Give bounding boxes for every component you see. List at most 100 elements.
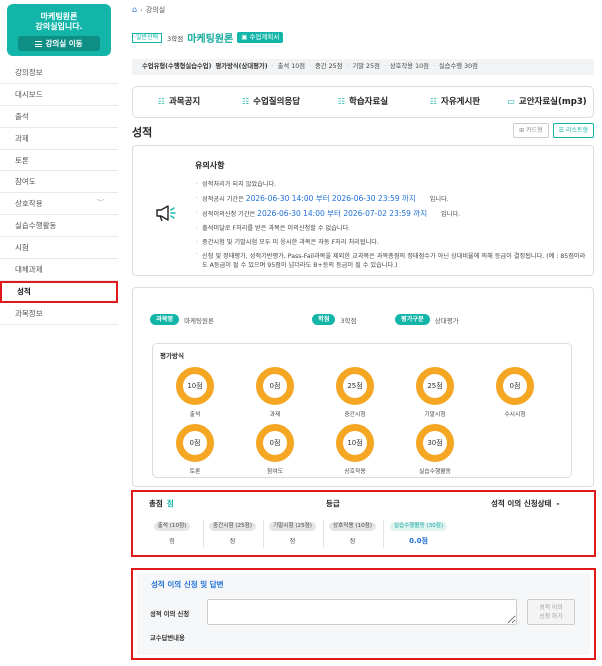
sidebar-item-participation[interactable]: 참여도 <box>0 171 118 194</box>
sidebar-item-label: 대체과제 <box>15 265 43 275</box>
grade-appeal-submit-button[interactable]: 성적 이의 신청 하기 <box>527 599 575 625</box>
home-icon[interactable]: ⌂ <box>132 5 137 14</box>
sidebar-item-attendance[interactable]: 출석 <box>0 106 118 128</box>
info-item: 중간 25점 <box>315 63 343 70</box>
donut-label: 출석 <box>189 412 201 418</box>
card-view-button[interactable]: ⊞ 카드형 <box>513 123 549 138</box>
notice-text: 중간시험 및 기말시험 모두 미 응시한 과목은 자동 F처리 처리됩니다. <box>202 238 379 246</box>
info-item: 상호작용 10점 <box>389 63 429 70</box>
notice-text: 성적이의신청 기간은 <box>202 210 256 218</box>
chevron-down-icon: ﹀ <box>97 199 104 208</box>
tab-label: 교안자료실(mp3) <box>518 97 587 107</box>
notice-date: 2026-06-30 14:00 부터 2026-06-30 23:59 까지 <box>245 193 416 203</box>
tab-lecture-mp3[interactable]: ▭ 교안자료실(mp3) <box>501 87 593 117</box>
tab-label: 수업질의응답 <box>253 97 301 107</box>
donut-score: 0점 <box>496 367 534 405</box>
grade-appeal-input[interactable] <box>207 599 517 625</box>
sidebar-item-subject-info[interactable]: 과목정보 <box>0 303 118 325</box>
grade-appeal-button-line1: 성적 이의 <box>539 605 563 611</box>
board-tabs: ☷ 과목공지 ☷ 수업질의응답 ☷ 학습자료실 ☷ 자유게시판 ▭ 교안자료실(mp3) <box>132 86 594 118</box>
evaluation-summary: 과목명 마케팅원론 학점 3학점 평가구분 상대평가 <box>150 314 459 325</box>
sidebar-item-label: 참여도 <box>15 177 36 187</box>
score-donut-assignment: 0점 과제 <box>256 367 294 418</box>
score-item-interaction: 상호작용 (10점) 점 <box>323 520 381 548</box>
professor-answer-label: 교수답변내용 <box>150 635 185 642</box>
score-donut-practice: 30점실습수행활동 <box>416 424 454 475</box>
list-view-label: 리스트형 <box>565 127 588 134</box>
score-item-tag: 실습수행활동 (30점) <box>389 522 448 531</box>
tab-label: 과목공지 <box>168 97 201 107</box>
notice-text: 입니다. <box>429 195 449 203</box>
notice-item: 성적처리가 되지 않았습니다. <box>195 178 587 192</box>
list-icon: ☰ <box>558 127 566 134</box>
course-credit: 3학점 <box>167 34 184 43</box>
breadcrumb: ⌂ › 강의실 <box>132 5 165 15</box>
donut-score: 10점 <box>176 367 214 405</box>
donut-label: 상호작용 <box>344 469 366 475</box>
donut-score: 30점 <box>416 424 454 462</box>
appeal-status: 성적 이의 신청상태 - <box>491 498 560 509</box>
list-icon: ☷ <box>157 97 165 106</box>
total-score: 총점 점 <box>149 498 174 509</box>
classroom-move-label: 강의실 이동 <box>45 39 83 48</box>
evaluation-method-box: 평가방식 10점 출석 0점 과제 25점 중간시험 25점 기말시험 0점 수시시험 0… <box>152 343 572 478</box>
notice-list: 성적처리가 되지 않았습니다. 성적공시 기간은 2026-06-30 14:0… <box>195 178 587 270</box>
score-item-value: 0.0점 <box>409 537 428 545</box>
grade-appeal-section: 성적 이의 신청 및 답변 성적 이의 신청 성적 이의 신청 하기 교수답변내용 <box>131 568 596 660</box>
score-donut-participation: 0점 참여도 <box>256 424 294 475</box>
classroom-move-button[interactable]: 강의실 이동 <box>18 36 100 51</box>
sidebar-item-course-info[interactable]: 강의정보 <box>0 62 118 84</box>
sidebar-item-discussion[interactable]: 토론 <box>0 150 118 172</box>
credit-pill: 학점 <box>312 314 336 325</box>
score-item-tag: 기말시험 (25점) <box>269 522 316 531</box>
sidebar-item-assignment[interactable]: 과제 <box>0 128 118 150</box>
sidebar-item-alt-assignment[interactable]: 대체과제 <box>0 259 118 281</box>
donut-label: 중간시험 <box>344 412 366 418</box>
notice-item: 신청 및 정태평가, 성적기반평가, Pass-Fail과목을 제외한 교과목은… <box>195 250 587 270</box>
score-item-value: 점 <box>289 538 296 545</box>
tab-qna[interactable]: ☷ 수업질의응답 <box>225 87 317 117</box>
sidebar-item-practice[interactable]: 실습수행활동 <box>0 215 118 238</box>
sidebar-menu: 강의정보 대시보드 출석 과제 토론 참여도 상호작용 ﹀ 실습수행활동 시험 대… <box>0 62 118 325</box>
donut-score: 0점 <box>176 424 214 462</box>
class-type-label: 수업유형(수행형실습수업) <box>142 63 212 70</box>
notice-box: 유의사항 성적처리가 되지 않았습니다. 성적공시 기간은 2026-06-30… <box>132 145 594 276</box>
view-toggle: ⊞ 카드형 ☰ 리스트형 <box>509 123 594 138</box>
total-score-value: 점 <box>166 499 174 508</box>
info-item: 출석 10점 <box>277 63 306 70</box>
score-item-value: 점 <box>349 538 356 545</box>
course-card: 마케팅원론 강의실입니다. 강의실 이동 <box>7 4 111 56</box>
donut-score: 0점 <box>256 367 294 405</box>
sidebar-item-grades[interactable]: 성적 <box>0 280 118 303</box>
sidebar-item-exam[interactable]: 시험 <box>0 237 118 260</box>
megaphone-icon <box>156 205 176 222</box>
tab-materials[interactable]: ☷ 학습자료실 <box>317 87 409 117</box>
donut-score: 0점 <box>256 424 294 462</box>
course-info-bar: 수업유형(수행형실습수업) 평가방식(상대평가) · 출석 10점 · 중간 25점 · 기… <box>132 59 594 75</box>
score-item-value: 점 <box>229 538 236 545</box>
score-summary-header: 총점 점 등급 성적 이의 신청상태 - <box>133 498 594 512</box>
sidebar-item-label: 시험 <box>15 243 29 253</box>
tab-notice[interactable]: ☷ 과목공지 <box>133 87 225 117</box>
tab-free-board[interactable]: ☷ 자유게시판 <box>409 87 501 117</box>
notice-item: 출석미달로 F처리를 받은 과목은 이의신청할 수 없습니다. <box>195 222 587 236</box>
sidebar-item-interaction[interactable]: 상호작용 ﹀ <box>0 193 118 216</box>
credit-value: 3학점 <box>340 316 357 325</box>
score-item-tag: 상호작용 (10점) <box>329 522 376 531</box>
donut-label: 실습수행활동 <box>419 469 451 475</box>
notice-item: 성적공시 기간은 2026-06-30 14:00 부터 2026-06-30 … <box>195 192 587 207</box>
sidebar-item-label: 토론 <box>15 155 29 165</box>
score-item-final: 기말시험 (25점) 점 <box>263 520 321 548</box>
syllabus-button[interactable]: ▣ 수업계획서 <box>237 32 284 43</box>
score-item-midterm: 중간시험 (25점) 점 <box>203 520 261 548</box>
sidebar-item-dashboard[interactable]: 대시보드 <box>0 84 118 106</box>
list-view-button[interactable]: ☰ 리스트형 <box>552 123 594 138</box>
total-score-label: 총점 <box>149 499 163 508</box>
folder-icon: ▭ <box>507 97 515 106</box>
grade-appeal-title: 성적 이의 신청 및 답변 <box>151 580 224 589</box>
score-item-attendance: 출석 (10점) 점 <box>143 520 201 548</box>
course-card-title: 마케팅원론 <box>40 12 78 21</box>
course-type-badge: 일반선택 <box>132 32 163 43</box>
notice-item: 성적이의신청 기간은 2026-06-30 14:00 부터 2026-07-0… <box>195 207 587 222</box>
course-name: 마케팅원론 <box>187 34 234 45</box>
